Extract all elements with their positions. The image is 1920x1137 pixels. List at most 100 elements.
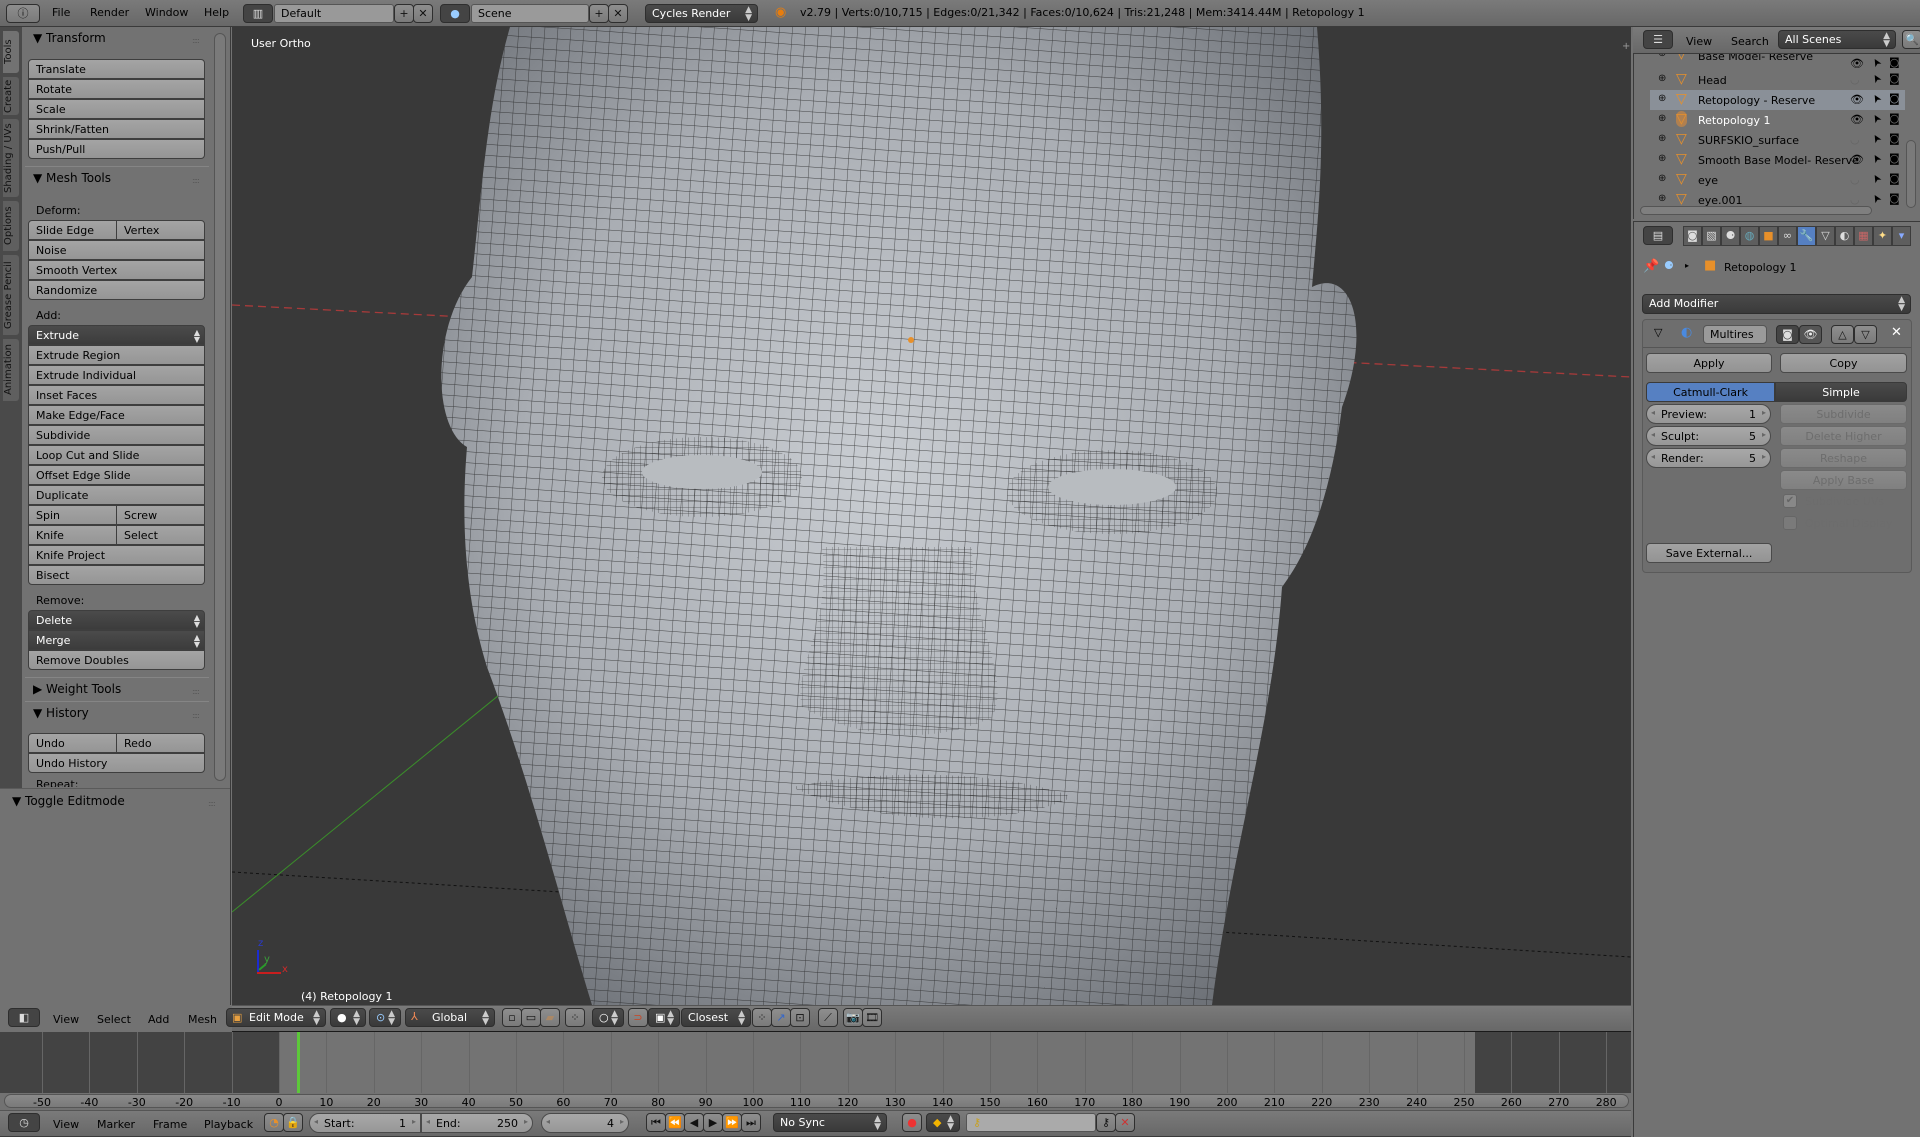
shrink-fatten-button[interactable]: Shrink/Fatten xyxy=(28,119,205,139)
reshape-button[interactable]: Reshape xyxy=(1780,448,1907,468)
add-modifier-dropdown[interactable]: Add Modifier ▲ ▼ xyxy=(1642,294,1911,314)
insert-keyframe-button[interactable]: ⚷ xyxy=(1096,1113,1116,1132)
start-frame-field[interactable]: ◂ Start: 1 ▸ xyxy=(309,1113,421,1133)
outliner-item[interactable]: ⊕ ▽ Retopology - Reserve 👁 ➤ ◙ xyxy=(1650,90,1905,110)
tab-data[interactable]: ▽ xyxy=(1816,226,1835,246)
delete-dropdown[interactable]: Delete ▲ ▼ xyxy=(28,610,205,630)
history-panel-header[interactable]: ▼ History xyxy=(33,706,89,720)
timeline-menu-playback[interactable]: Playback xyxy=(204,1118,253,1131)
timeline-editor-type-button[interactable]: ◷ xyxy=(8,1113,40,1132)
tab-object[interactable]: ■ xyxy=(1759,226,1778,246)
screen-layout-icon[interactable]: ▥ xyxy=(243,4,273,23)
scene-field[interactable]: Scene xyxy=(471,4,589,23)
selectable-cursor-icon[interactable]: ➤ xyxy=(1869,191,1885,205)
renderable-camera-icon[interactable]: ◙ xyxy=(1889,92,1900,105)
play-button[interactable]: ▶ xyxy=(703,1113,723,1132)
viewport-menu-view[interactable]: View xyxy=(53,1013,79,1026)
tab-physics[interactable]: ▾ xyxy=(1892,226,1911,246)
align-rotation-button[interactable]: ↗ xyxy=(771,1008,791,1027)
slide-edge-button[interactable]: Slide Edge xyxy=(28,220,117,240)
modifier-render-toggle[interactable]: ◙ xyxy=(1776,325,1799,344)
snap-element-dropdown[interactable]: ▣ ▲ ▼ xyxy=(648,1008,680,1027)
catmull-clark-toggle[interactable]: Catmull-Clark xyxy=(1646,382,1775,402)
outliner-item[interactable]: ⊕ ▽ Base Model- Reserve 👁 ➤ ◙ xyxy=(1650,54,1905,68)
face-select-button[interactable]: ▰ xyxy=(540,1008,560,1027)
viewport-menu-select[interactable]: Select xyxy=(97,1013,131,1026)
save-external-button[interactable]: Save External... xyxy=(1646,543,1772,563)
selectable-cursor-icon[interactable]: ➤ xyxy=(1869,151,1885,165)
menu-window[interactable]: Window xyxy=(145,6,188,19)
subdivide-button[interactable]: Subdivide xyxy=(28,425,205,445)
apply-base-button[interactable]: Apply Base xyxy=(1780,470,1907,490)
viewport-editor-type-button[interactable]: ◧ xyxy=(8,1008,40,1027)
drag-grip-icon[interactable]: :::: xyxy=(192,687,200,696)
weight-tools-panel-header[interactable]: ▶ Weight Tools xyxy=(33,682,121,696)
snap-toggle-button[interactable]: ⊃ xyxy=(628,1008,648,1027)
properties-editor-type-button[interactable]: ▤ xyxy=(1643,226,1673,245)
outliner-item[interactable]: ⊕ ▽ eye ◡ ➤ ◙ xyxy=(1650,170,1905,190)
smooth-vertex-button[interactable]: Smooth Vertex xyxy=(28,260,205,280)
renderable-camera-icon[interactable]: ◙ xyxy=(1889,132,1900,145)
offset-edge-slide-button[interactable]: Offset Edge Slide xyxy=(28,465,205,485)
outliner-item-name[interactable]: SURFSKIO_surface xyxy=(1698,134,1799,147)
simple-toggle[interactable]: Simple xyxy=(1775,382,1907,402)
record-button[interactable]: ● xyxy=(902,1113,922,1132)
expand-icon[interactable]: ⊕ xyxy=(1658,54,1666,59)
orientation-dropdown[interactable]: ⅄ Global ▲ ▼ xyxy=(405,1008,495,1027)
renderable-camera-icon[interactable]: ◙ xyxy=(1889,112,1900,125)
tab-particles[interactable]: ✦ xyxy=(1873,226,1892,246)
visibility-eye-icon[interactable]: 👁 xyxy=(1850,93,1864,106)
expand-icon[interactable]: ⊕ xyxy=(1658,153,1666,164)
tab-material[interactable]: ◐ xyxy=(1835,226,1854,246)
current-frame-field[interactable]: ◂ 4 ▸ xyxy=(541,1113,629,1133)
spin-button[interactable]: Spin xyxy=(28,505,117,525)
selectable-cursor-icon[interactable]: ➤ xyxy=(1869,111,1885,125)
expand-icon[interactable]: ⊕ xyxy=(1658,93,1666,104)
tab-tools[interactable]: Tools xyxy=(2,30,20,74)
lock-range-button[interactable]: 🔒 xyxy=(283,1113,303,1132)
mesh-tools-panel-header[interactable]: ▼ Mesh Tools xyxy=(33,171,111,185)
modifier-viewport-toggle[interactable]: 👁 xyxy=(1799,325,1822,344)
loop-cut-slide-button[interactable]: Loop Cut and Slide xyxy=(28,445,205,465)
selectable-cursor-icon[interactable]: ➤ xyxy=(1869,131,1885,145)
pin-icon[interactable]: 📌 xyxy=(1643,259,1659,274)
visibility-eye-icon[interactable]: 👁 xyxy=(1850,57,1864,68)
hidden-eye-icon[interactable]: ◡ xyxy=(1850,173,1860,186)
subdivide-uvs-checkbox[interactable]: ✔ xyxy=(1783,494,1797,508)
end-frame-field[interactable]: ◂ End: 250 ▸ xyxy=(421,1113,533,1133)
edge-select-button[interactable]: ▭ xyxy=(521,1008,541,1027)
viewport-menu-mesh[interactable]: Mesh xyxy=(188,1013,217,1026)
drag-grip-icon[interactable]: :::: xyxy=(192,711,200,720)
tab-render-layers[interactable]: ▧ xyxy=(1702,226,1721,246)
tab-options[interactable]: Options xyxy=(2,200,20,252)
make-edge-face-button[interactable]: Make Edge/Face xyxy=(28,405,205,425)
outliner-editor-type-button[interactable]: ☰ xyxy=(1643,30,1673,49)
playhead[interactable] xyxy=(296,1032,300,1093)
menu-help[interactable]: Help xyxy=(204,6,229,19)
layout-field[interactable]: Default xyxy=(274,4,394,23)
keying-dropdown[interactable]: ◆ ▲ ▼ xyxy=(926,1113,960,1132)
delete-keyframe-button[interactable]: ✕ xyxy=(1115,1113,1135,1132)
modifier-name-field[interactable]: Multires xyxy=(1703,325,1767,344)
jump-end-button[interactable]: ⏭ xyxy=(741,1113,761,1132)
timeline-menu-view[interactable]: View xyxy=(53,1118,79,1131)
rotate-button[interactable]: Rotate xyxy=(28,79,205,99)
knife-select-button[interactable]: Select xyxy=(116,525,205,545)
tab-create[interactable]: Create xyxy=(2,76,20,116)
viewport-menu-add[interactable]: Add xyxy=(148,1013,169,1026)
jump-keyframe-back-button[interactable]: ⏪ xyxy=(665,1113,685,1132)
undo-button[interactable]: Undo xyxy=(28,733,117,753)
keying-set-field[interactable]: ⚷ xyxy=(966,1113,1096,1132)
outliner-search-icon[interactable]: 🔍 xyxy=(1902,30,1920,49)
tab-constraints[interactable]: ∞ xyxy=(1778,226,1797,246)
outliner-menu-view[interactable]: View xyxy=(1686,35,1712,48)
translate-button[interactable]: Translate xyxy=(28,59,205,79)
proportional-edit-dropdown[interactable]: ○ ▲ ▼ xyxy=(592,1008,624,1027)
extrude-region-button[interactable]: Extrude Region xyxy=(28,345,205,365)
drag-grip-icon[interactable]: :::: xyxy=(192,176,200,185)
tab-scene[interactable]: ⚈ xyxy=(1721,226,1740,246)
renderable-camera-icon[interactable]: ◙ xyxy=(1889,56,1900,68)
pivot-dropdown[interactable]: ⊙ ▲ ▼ xyxy=(369,1008,401,1027)
remove-doubles-button[interactable]: Remove Doubles xyxy=(28,650,205,670)
sync-dropdown[interactable]: No Sync ▲ ▼ xyxy=(773,1113,887,1132)
